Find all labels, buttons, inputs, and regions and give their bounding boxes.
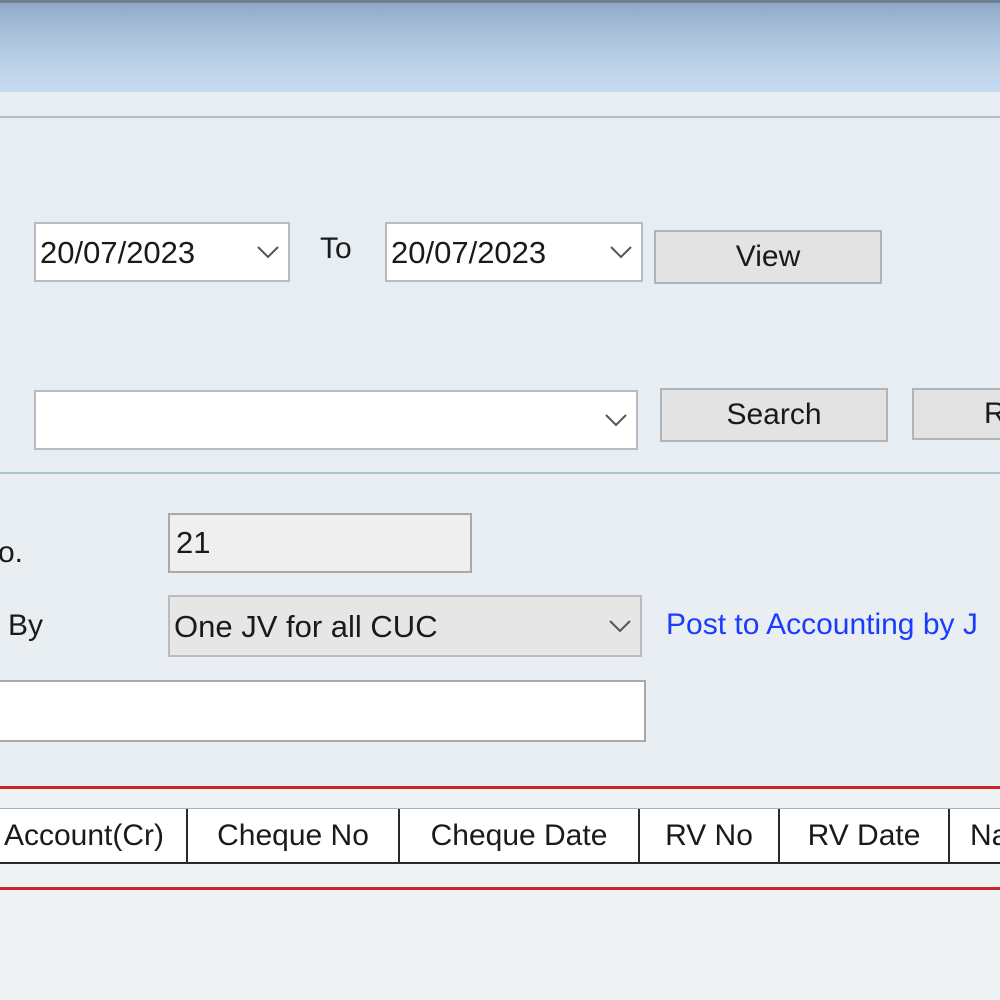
- posting-mode-value: One JV for all CUC: [174, 610, 438, 642]
- posted-by-label: By: [8, 609, 44, 642]
- post-to-accounting-link[interactable]: Post to Accounting by J: [666, 608, 978, 642]
- remarks-field[interactable]: [0, 680, 646, 742]
- from-date-value: 20/07/2023: [40, 236, 196, 268]
- chevron-down-icon[interactable]: [600, 597, 640, 655]
- to-date-picker[interactable]: 20/07/2023: [385, 222, 643, 282]
- grid-header: Account(Cr) Cheque No Cheque Date RV No …: [0, 808, 1000, 864]
- to-date-value: 20/07/2023: [391, 236, 547, 268]
- number-field[interactable]: 21: [168, 513, 472, 573]
- search-button[interactable]: Search: [660, 388, 888, 442]
- title-bar: [0, 0, 1000, 92]
- column-header-account-cr[interactable]: Account(Cr): [0, 809, 188, 862]
- to-label: To: [320, 232, 352, 265]
- column-header-rv-no[interactable]: RV No: [640, 809, 780, 862]
- reset-button-label: R: [984, 397, 1000, 431]
- from-date-picker[interactable]: 20/07/2023: [34, 222, 290, 282]
- chevron-down-icon[interactable]: [596, 392, 636, 448]
- grid-body-area: [0, 890, 1000, 1000]
- column-header-cheque-no[interactable]: Cheque No: [188, 809, 400, 862]
- view-button[interactable]: View: [654, 230, 882, 284]
- number-label: o.: [0, 536, 24, 569]
- chevron-down-icon[interactable]: [248, 224, 288, 280]
- column-header-name[interactable]: Na: [950, 809, 1000, 862]
- posting-mode-select[interactable]: One JV for all CUC: [168, 595, 642, 657]
- reset-button[interactable]: R: [912, 388, 1000, 440]
- filter-panel: 20/07/2023 To 20/07/2023 View Search R: [0, 116, 1000, 474]
- column-header-rv-date[interactable]: RV Date: [780, 809, 950, 862]
- application-window: 20/07/2023 To 20/07/2023 View Search R o…: [0, 0, 1000, 1000]
- column-header-cheque-date[interactable]: Cheque Date: [400, 809, 640, 862]
- chevron-down-icon[interactable]: [601, 224, 641, 280]
- search-combo[interactable]: [34, 390, 638, 450]
